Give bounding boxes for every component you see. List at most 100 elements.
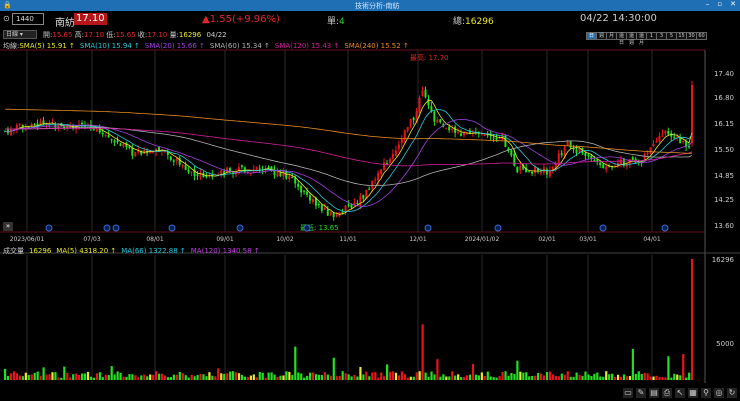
expand-button[interactable]: » <box>3 222 13 231</box>
volume-bar <box>465 375 469 380</box>
candle <box>311 199 314 202</box>
volume-bar <box>288 371 291 380</box>
event-marker-icon <box>303 224 311 232</box>
volume-bar <box>575 372 578 380</box>
candle <box>631 157 634 160</box>
volume-bar <box>243 376 247 380</box>
event-marker-icon <box>599 224 607 232</box>
volume-bar <box>670 377 673 380</box>
volume-ma-legend-item: MA(120) 1340.58 ↑ <box>190 247 260 255</box>
volume-bar <box>300 373 303 380</box>
volume-bar <box>267 372 270 380</box>
candle <box>560 153 563 156</box>
volume-bar <box>391 371 395 380</box>
volume-bar <box>110 366 113 380</box>
volume-bar <box>264 377 267 380</box>
toolbar-button-0[interactable]: ▭ <box>623 388 633 398</box>
candle <box>27 126 30 128</box>
volume-bar <box>276 376 279 380</box>
volume-bar <box>229 371 232 380</box>
candle <box>406 127 409 131</box>
volume-bar <box>640 373 643 380</box>
candle <box>409 119 412 127</box>
volume-bar <box>495 377 498 380</box>
volume-bar <box>190 374 193 380</box>
candle <box>30 123 33 126</box>
volume-bar <box>616 374 620 380</box>
volume-bar <box>457 374 460 380</box>
volume-bar <box>119 372 122 380</box>
volume-tick-label: 16296 <box>712 256 735 264</box>
volume-bar <box>344 373 347 380</box>
volume-bar <box>66 372 69 380</box>
volume-bar <box>454 375 457 380</box>
candle <box>608 166 611 168</box>
candle <box>575 149 578 153</box>
candle <box>457 131 460 133</box>
candle <box>495 137 498 140</box>
candle <box>433 111 436 122</box>
toolbar-button-5[interactable]: ▦ <box>688 388 698 398</box>
candle <box>448 126 451 131</box>
volume-bar <box>30 374 33 380</box>
volume-bar <box>317 374 321 380</box>
volume-bar <box>223 373 226 380</box>
volume-bar <box>36 371 39 380</box>
toolbar-button-8[interactable]: ↻ <box>727 388 737 398</box>
volume-bar <box>273 374 276 380</box>
volume-bar <box>634 373 637 380</box>
candle <box>619 159 622 165</box>
candle <box>534 167 537 173</box>
volume-bar <box>427 376 430 380</box>
toolbar-button-4[interactable]: ↖ <box>675 388 685 398</box>
candle <box>95 128 98 132</box>
volume-bar <box>661 377 664 380</box>
candle <box>107 134 110 138</box>
candle <box>9 128 12 136</box>
volume-bar <box>673 373 676 380</box>
candle <box>569 141 572 148</box>
volume-bar <box>385 364 389 380</box>
candle <box>134 152 137 157</box>
volume-bar <box>83 373 87 380</box>
volume-bar <box>397 375 401 380</box>
candle <box>391 153 394 159</box>
volume-bar <box>214 376 217 380</box>
volume-bar <box>255 377 258 380</box>
volume-bar <box>516 360 519 380</box>
price-volume-chart[interactable]: 17.40 16.80 16.15 15.50 14.85 14.25 13.60 2023/… <box>0 0 740 401</box>
candle <box>291 177 294 179</box>
candle <box>388 159 391 164</box>
toolbar-button-6[interactable]: ⚲ <box>701 388 711 398</box>
candle <box>439 119 442 123</box>
volume-bar <box>474 374 478 380</box>
candle <box>116 141 119 143</box>
candle <box>397 144 400 150</box>
toolbar-button-2[interactable]: ▤ <box>649 388 659 398</box>
volume-bar <box>101 377 104 380</box>
volume-bar <box>134 375 137 380</box>
candle <box>557 153 560 164</box>
candle <box>451 128 454 130</box>
volume-bar <box>42 367 45 380</box>
candle <box>661 134 664 136</box>
volume-bar <box>72 374 75 380</box>
volume-bar <box>622 374 626 380</box>
toolbar-button-3[interactable]: ⎙ <box>662 388 672 398</box>
volume-bar <box>240 374 244 380</box>
volume-bar <box>122 376 125 380</box>
volume-bar <box>279 375 282 380</box>
toolbar-button-7[interactable]: ◎ <box>714 388 724 398</box>
volume-bar <box>596 372 599 380</box>
volume-bar <box>462 376 466 380</box>
candle <box>149 150 152 154</box>
candle <box>483 135 486 137</box>
toolbar-button-1[interactable]: ✎ <box>636 388 646 398</box>
event-marker-icon <box>494 224 502 232</box>
volume-legend-label: 成交量 <box>3 247 24 255</box>
candle <box>187 170 190 173</box>
event-marker-icon <box>661 224 669 232</box>
volume-bar <box>486 371 489 380</box>
volume-bar <box>421 324 424 380</box>
candle <box>362 195 365 199</box>
